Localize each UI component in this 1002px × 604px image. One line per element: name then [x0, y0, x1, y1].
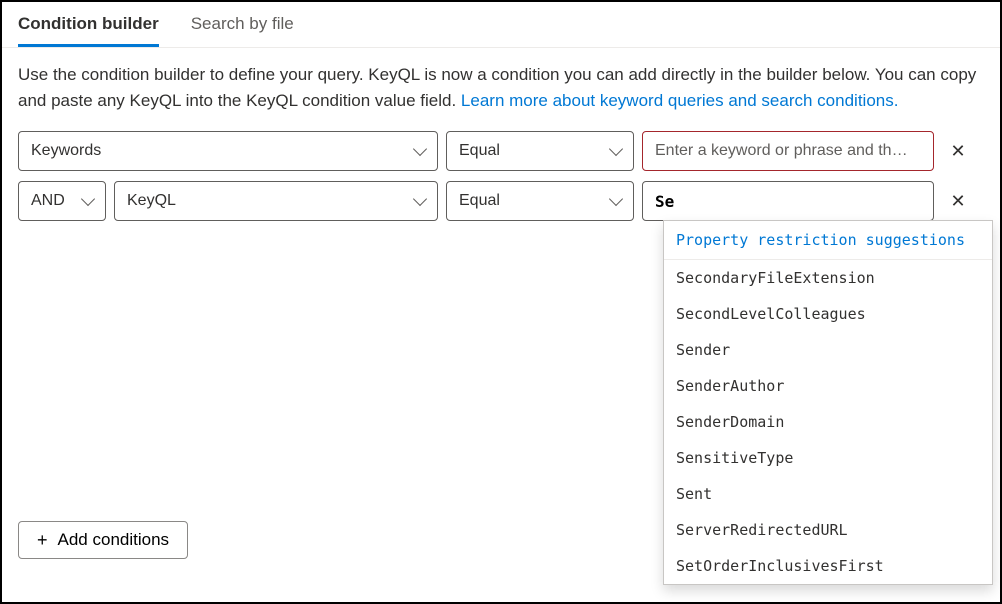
suggestion-item[interactable]: SenderAuthor — [664, 368, 992, 404]
tabs-container: Condition builder Search by file — [2, 2, 1000, 48]
plus-icon: + — [37, 531, 48, 549]
logical-operator-dropdown[interactable]: AND — [18, 181, 106, 221]
suggestion-item[interactable]: SecondLevelColleagues — [664, 296, 992, 332]
property-dropdown[interactable]: Keywords — [18, 131, 438, 171]
property-value: KeyQL — [127, 192, 176, 210]
chevron-down-icon — [609, 192, 623, 206]
chevron-down-icon — [81, 192, 95, 206]
condition-builder: Keywords Equal ✕ AND KeyQL Equal — [2, 121, 1000, 241]
chevron-down-icon — [413, 192, 427, 206]
operator-dropdown[interactable]: Equal — [446, 181, 634, 221]
remove-condition-button[interactable]: ✕ — [942, 181, 974, 221]
chevron-down-icon — [413, 142, 427, 156]
property-value: Keywords — [31, 142, 101, 160]
suggestion-item[interactable]: ServerRedirectedURL — [664, 512, 992, 548]
suggestions-dropdown: Property restriction suggestions Seconda… — [663, 220, 993, 585]
suggestion-item[interactable]: Sender — [664, 332, 992, 368]
add-conditions-label: Add conditions — [58, 530, 170, 550]
condition-row: AND KeyQL Equal ✕ Property restriction s… — [18, 181, 984, 221]
logical-value: AND — [31, 192, 65, 210]
chevron-down-icon — [609, 142, 623, 156]
learn-more-link[interactable]: Learn more about keyword queries and sea… — [461, 91, 899, 110]
suggestion-item[interactable]: SenderDomain — [664, 404, 992, 440]
condition-row: Keywords Equal ✕ — [18, 131, 984, 171]
suggestion-item[interactable]: SetOrderInclusivesFirst — [664, 548, 992, 584]
description-text: Use the condition builder to define your… — [2, 48, 1000, 121]
value-input[interactable] — [655, 192, 921, 211]
remove-condition-button[interactable]: ✕ — [942, 131, 974, 171]
value-input[interactable] — [655, 142, 921, 160]
value-input-wrapper — [642, 131, 934, 171]
suggestion-item[interactable]: SensitiveType — [664, 440, 992, 476]
property-dropdown[interactable]: KeyQL — [114, 181, 438, 221]
add-conditions-button[interactable]: + Add conditions — [18, 521, 188, 559]
value-input-wrapper — [642, 181, 934, 221]
suggestion-item[interactable]: SecondaryFileExtension — [664, 260, 992, 296]
close-icon: ✕ — [950, 192, 965, 210]
operator-value: Equal — [459, 142, 500, 160]
close-icon: ✕ — [950, 142, 965, 160]
suggestions-header: Property restriction suggestions — [664, 221, 992, 260]
suggestion-item[interactable]: Sent — [664, 476, 992, 512]
tab-search-by-file[interactable]: Search by file — [191, 14, 294, 47]
operator-value: Equal — [459, 192, 500, 210]
tab-condition-builder[interactable]: Condition builder — [18, 14, 159, 47]
operator-dropdown[interactable]: Equal — [446, 131, 634, 171]
